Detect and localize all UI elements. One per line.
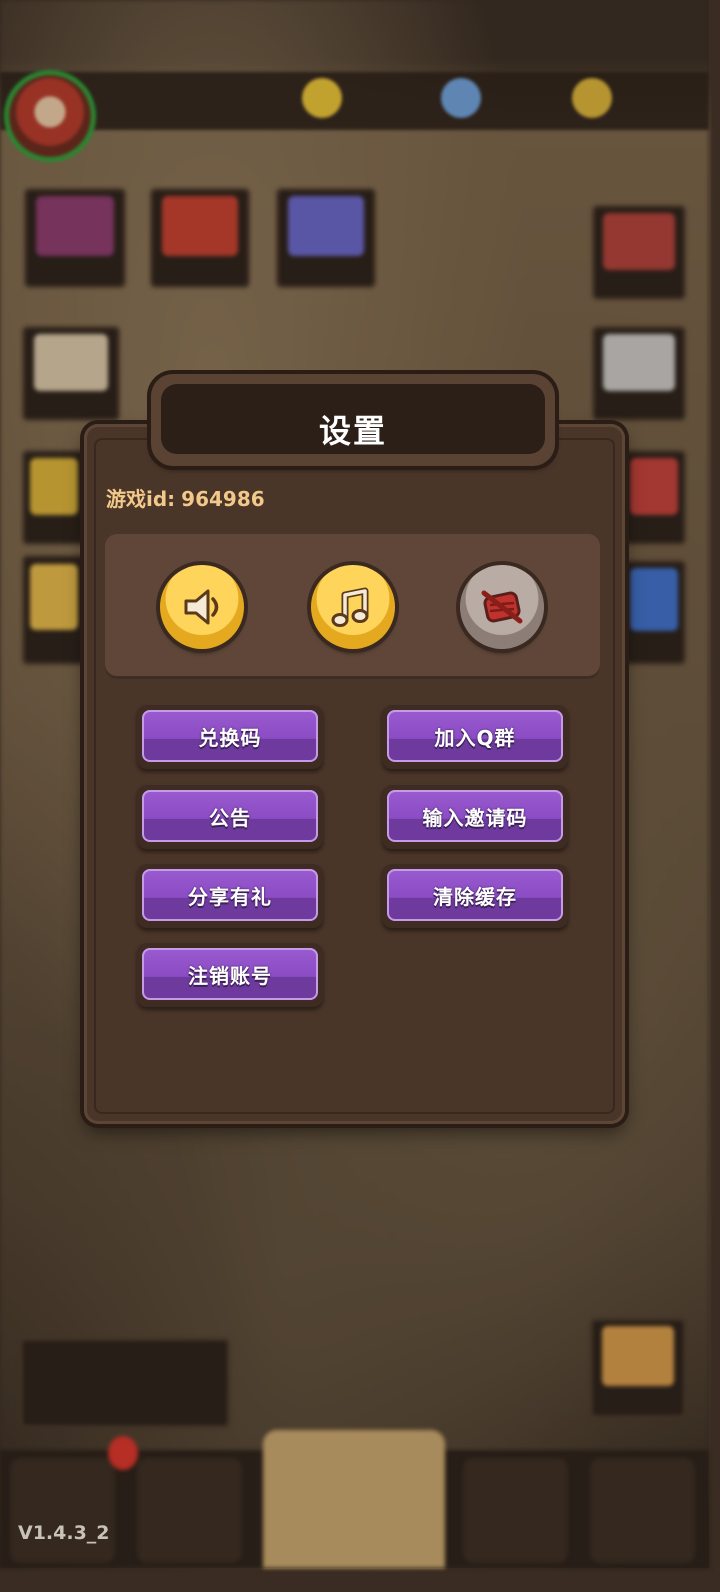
enter-invite-code-label: 输入邀请码 bbox=[422, 806, 528, 830]
delete-account-label: 注销账号 bbox=[188, 964, 272, 988]
dialog-title-plate: 设置 bbox=[151, 374, 555, 466]
vibration-off-icon bbox=[481, 590, 523, 624]
join-q-group-button[interactable]: 加入Q群 bbox=[382, 705, 568, 769]
version-label: V1.4.3_2 bbox=[18, 1522, 110, 1544]
redeem-code-button[interactable]: 兑换码 bbox=[137, 705, 323, 769]
dialog-title: 设置 bbox=[318, 412, 387, 450]
enter-invite-code-button[interactable]: 输入邀请码 bbox=[382, 785, 568, 849]
game-id-label: 游戏id: bbox=[106, 487, 176, 511]
vibration-toggle-button[interactable] bbox=[460, 565, 544, 649]
game-id: 游戏id: 964986 bbox=[106, 483, 265, 512]
share-gift-label: 分享有礼 bbox=[188, 885, 272, 909]
clear-cache-label: 清除缓存 bbox=[433, 885, 517, 909]
dialog-title-inner: 设置 bbox=[161, 384, 545, 454]
speaker-icon bbox=[184, 589, 219, 625]
share-gift-button[interactable]: 分享有礼 bbox=[137, 864, 323, 928]
join-q-group-label: 加入Q群 bbox=[434, 726, 516, 750]
music-toggle-button[interactable] bbox=[311, 565, 395, 649]
music-note-icon bbox=[331, 587, 369, 627]
redeem-code-label: 兑换码 bbox=[198, 726, 262, 750]
clear-cache-button[interactable]: 清除缓存 bbox=[382, 864, 568, 928]
announcement-button[interactable]: 公告 bbox=[137, 785, 323, 849]
settings-dialog bbox=[84, 424, 625, 1124]
announcement-label: 公告 bbox=[209, 806, 251, 830]
game-id-value: 964986 bbox=[181, 487, 265, 511]
delete-account-button[interactable]: 注销账号 bbox=[137, 943, 323, 1007]
sound-toggle-button[interactable] bbox=[160, 565, 244, 649]
